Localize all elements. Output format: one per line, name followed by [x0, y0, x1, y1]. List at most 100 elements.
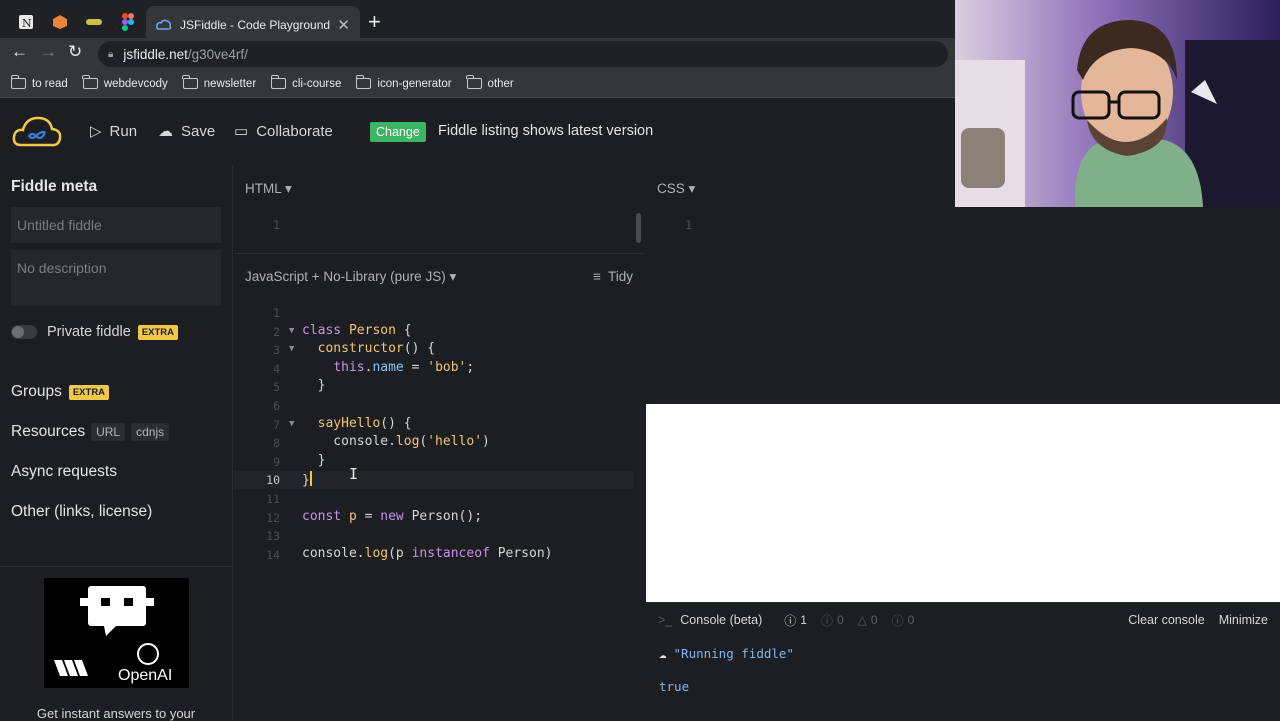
console-line: ☁ "Running fiddle"	[659, 646, 794, 661]
folder-icon	[10, 75, 26, 89]
warn-count[interactable]: ⓘ 0	[821, 612, 844, 629]
clear-console-button[interactable]: Clear console	[1128, 613, 1204, 627]
console-output: ☁ "Running fiddle" true	[646, 637, 1280, 720]
save-button[interactable]: ☁ Save	[158, 122, 216, 141]
log-count[interactable]: ⓘ 0	[892, 612, 915, 629]
result-frame[interactable]	[646, 404, 1280, 602]
bookmark-label: to read	[32, 77, 68, 90]
bookmark-other[interactable]: other	[466, 75, 514, 90]
tidy-button[interactable]: ≡ Tidy	[593, 269, 633, 284]
caret-down-icon: ▾	[688, 181, 696, 196]
html-editor-panel[interactable]: HTML ▾ 1	[234, 166, 645, 252]
error-icon: ⓘ	[784, 613, 797, 628]
error-count[interactable]: ⓘ 1	[784, 612, 807, 629]
webcam-overlay	[955, 0, 1280, 207]
code-line: 2 ▼ class Person {	[273, 322, 412, 339]
fold-arrow-icon[interactable]: ▼	[289, 344, 294, 354]
js-editor-panel[interactable]: JavaScript + No-Library (pure JS) ▾ ≡ Tid…	[234, 253, 645, 720]
bookmark-label: webdevcody	[103, 77, 168, 90]
html-line-number: 1	[273, 218, 280, 232]
resource-url-chip[interactable]: URL	[91, 423, 126, 441]
bookmark-newsletter[interactable]: newsletter	[182, 75, 257, 90]
css-editor-panel[interactable]: CSS ▾ 1	[646, 166, 956, 404]
sidebar-item-async-requests[interactable]: Async requests	[11, 463, 117, 481]
js-panel-label[interactable]: JavaScript + No-Library (pure JS) ▾	[245, 269, 456, 285]
pinned-tab-figma[interactable]	[116, 10, 140, 34]
private-toggle[interactable]	[11, 325, 37, 339]
fold-arrow-icon[interactable]: ▼	[289, 326, 294, 336]
new-tab-button[interactable]: +	[368, 9, 381, 35]
warning-count[interactable]: △ 0	[858, 613, 878, 627]
pinned-tab-box[interactable]	[48, 10, 72, 34]
info-circle-icon: ⓘ	[820, 613, 833, 628]
tab-close-icon[interactable]: ✕	[337, 16, 350, 34]
align-lines-icon: ≡	[593, 269, 601, 284]
caret-down-icon: ▾	[285, 181, 292, 196]
address-bar[interactable]: 🔒︎ jsfiddle.net/g30ve4rf/	[98, 41, 948, 67]
ad-brand-text: OpenAI	[118, 667, 172, 684]
text-cursor-ibeam-icon: I	[349, 465, 359, 483]
sidebar-item-other[interactable]: Other (links, license)	[11, 503, 152, 521]
bookmark-cli-course[interactable]: cli-course	[270, 75, 342, 90]
console-line: true	[659, 679, 690, 694]
js-label: JavaScript + No-Library (pure JS)	[245, 269, 446, 284]
jsfiddle-logo-icon[interactable]	[12, 113, 62, 151]
tidy-label: Tidy	[607, 269, 633, 284]
folder-icon	[182, 75, 198, 89]
text-cursor	[309, 471, 312, 487]
fold-arrow-icon[interactable]: ▼	[289, 419, 294, 429]
folder-icon	[82, 75, 98, 89]
sponsor-ad[interactable]: OpenAI	[44, 578, 189, 688]
svg-text:N: N	[22, 17, 32, 30]
pinned-tab-app[interactable]	[82, 10, 106, 34]
sidebar-divider	[0, 566, 232, 567]
caret-down-icon: ▾	[449, 269, 457, 284]
code-line: 4 this.name = 'bob';	[273, 359, 475, 376]
bookmark-webdevcody[interactable]: webdevcody	[82, 75, 168, 90]
sidebar-item-groups[interactable]: Groups EXTRA	[11, 383, 110, 401]
cloud-icon: ☁	[659, 646, 667, 661]
reload-icon[interactable]: ↻	[68, 42, 82, 62]
bookmark-label: newsletter	[203, 77, 257, 90]
bookmark-label: cli-course	[292, 77, 342, 90]
change-button[interactable]: Change	[370, 122, 426, 142]
run-button[interactable]: ▷ Run	[90, 122, 137, 141]
back-arrow-icon[interactable]: ←	[11, 42, 28, 62]
css-label: CSS	[657, 181, 685, 196]
package-icon	[53, 15, 67, 29]
html-scrollbar[interactable]	[636, 213, 641, 243]
private-fiddle-toggle-row[interactable]: Private fiddle EXTRA	[11, 324, 179, 340]
forward-arrow-icon[interactable]: →	[40, 42, 57, 62]
pinned-tab-notion[interactable]: N	[14, 10, 38, 34]
bookmark-to-read[interactable]: to read	[10, 75, 68, 90]
resource-cdnjs-chip[interactable]: cdnjs	[131, 423, 170, 441]
collaborate-button[interactable]: ▭ Collaborate	[234, 122, 333, 141]
play-icon: ▷	[90, 123, 102, 140]
private-label: Private fiddle	[47, 324, 131, 340]
circle-icon: ⓘ	[891, 613, 904, 628]
fiddle-description-input[interactable]: No description	[11, 250, 221, 306]
fiddle-title-input[interactable]: Untitled fiddle	[11, 207, 221, 243]
pill-icon	[86, 19, 102, 25]
collaborate-label: Collaborate	[256, 122, 333, 140]
figma-icon	[122, 13, 134, 31]
extra-badge: EXTRA	[68, 384, 110, 400]
code-line: 11	[266, 492, 280, 506]
url-path: /g30ve4rf/	[187, 46, 248, 62]
html-panel-label[interactable]: HTML ▾	[245, 181, 292, 197]
async-label: Async requests	[11, 463, 117, 480]
save-label: Save	[181, 122, 216, 140]
chat-bubble-icon: ▭	[234, 123, 249, 140]
minimize-console-button[interactable]: Minimize	[1219, 613, 1268, 627]
jsfiddle-favicon-icon	[156, 19, 172, 30]
version-info-text: Fiddle listing shows latest version	[438, 123, 654, 139]
sidebar-item-resources[interactable]: Resources URL cdnjs	[11, 423, 170, 441]
sidebar-title: Fiddle meta	[11, 178, 98, 195]
lock-icon: 🔒︎	[108, 48, 114, 60]
css-panel-label[interactable]: CSS ▾	[657, 181, 695, 197]
tab-title: JSFiddle - Code Playground	[180, 18, 331, 32]
other-label: Other (links, license)	[11, 503, 153, 520]
code-line: 14 console.log(p instanceof Person)	[266, 545, 553, 562]
bookmark-icon-generator[interactable]: icon-generator	[355, 75, 452, 90]
url-host: jsfiddle.net	[123, 46, 188, 62]
